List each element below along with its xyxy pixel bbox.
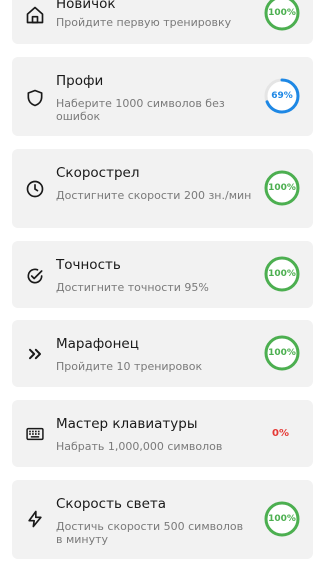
- achievement-card-speed-of-light[interactable]: Скорость света Достичь скорости 500 симв…: [12, 480, 313, 559]
- achievement-description: Достичь скорости 500 символов в минуту: [56, 520, 244, 546]
- progress-label: 100%: [268, 514, 296, 524]
- achievement-description: Достигните точности 95%: [56, 281, 209, 294]
- achievement-card-novice[interactable]: Новичок Пройдите первую тренировку 100%: [12, 0, 313, 44]
- progress-ring: 100%: [263, 255, 301, 293]
- progress-ring: 100%: [263, 500, 301, 538]
- progress-ring: 100%: [263, 0, 301, 32]
- achievement-description: Пройдите первую тренировку: [56, 16, 232, 29]
- achievement-card-speedster[interactable]: Скорострел Достигните скорости 200 зн./м…: [12, 149, 313, 228]
- progress-ring: 100%: [263, 334, 301, 372]
- progress-label: 0%: [272, 428, 289, 439]
- lightning-icon: [24, 508, 46, 530]
- achievement-card-marathon[interactable]: Марафонец Пройдите 10 тренировок 100%: [12, 320, 313, 387]
- achievement-title: Скорость света: [56, 496, 167, 512]
- home-icon: [24, 4, 46, 26]
- progress-label: 69%: [271, 91, 293, 101]
- achievement-title: Марафонец: [56, 336, 139, 352]
- achievement-title: Точность: [56, 257, 121, 273]
- progress-label: 100%: [268, 269, 296, 279]
- achievement-description: Пройдите 10 тренировок: [56, 360, 203, 373]
- achievement-card-pro[interactable]: Профи Наберите 1000 символов без ошибок …: [12, 57, 313, 136]
- double-chevron-right-icon: [24, 343, 46, 365]
- check-circle-icon: [24, 265, 46, 287]
- clock-icon: [24, 178, 46, 200]
- achievement-title: Мастер клавиатуры: [56, 416, 198, 432]
- achievement-description: Набрать 1,000,000 символов: [56, 440, 223, 453]
- keyboard-icon: [24, 423, 46, 445]
- achievement-title: Профи: [56, 73, 104, 89]
- achievement-description: Наберите 1000 символов без ошибок: [56, 97, 225, 123]
- progress-ring: 69%: [263, 77, 301, 115]
- progress-ring: 100%: [263, 169, 301, 207]
- achievement-card-keyboard-master[interactable]: Мастер клавиатуры Набрать 1,000,000 симв…: [12, 400, 313, 467]
- progress-label: 100%: [268, 8, 296, 18]
- achievement-description: Достигните скорости 200 зн./мин: [56, 189, 252, 202]
- achievement-card-accuracy[interactable]: Точность Достигните точности 95% 100%: [12, 241, 313, 308]
- achievement-title: Новичок: [56, 0, 116, 12]
- shield-icon: [24, 87, 46, 109]
- progress-label: 100%: [268, 183, 296, 193]
- achievement-title: Скорострел: [56, 165, 140, 181]
- progress-label: 100%: [268, 348, 296, 358]
